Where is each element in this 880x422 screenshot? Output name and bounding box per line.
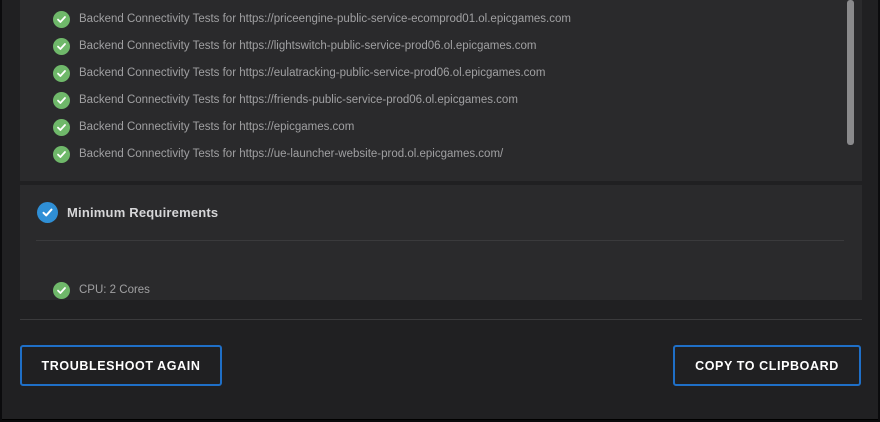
test-label: Backend Connectivity Tests for https://e…	[79, 67, 546, 79]
test-row: Backend Connectivity Tests for https://e…	[53, 64, 545, 82]
check-circle-icon	[53, 37, 70, 55]
check-circle-icon	[37, 202, 58, 223]
test-row: Backend Connectivity Tests for https://u…	[53, 145, 503, 163]
minimum-requirements-header[interactable]: Minimum Requirements	[37, 202, 218, 223]
test-label: Backend Connectivity Tests for https://l…	[79, 40, 537, 52]
backend-tests-section: Backend Connectivity Tests for https://p…	[20, 0, 844, 181]
test-row: Backend Connectivity Tests for https://f…	[53, 91, 518, 109]
copy-to-clipboard-button[interactable]: COPY TO CLIPBOARD	[673, 345, 861, 386]
test-label: Backend Connectivity Tests for https://p…	[79, 13, 571, 25]
test-row: Backend Connectivity Tests for https://p…	[53, 10, 571, 28]
check-circle-icon	[53, 118, 70, 136]
divider	[36, 240, 844, 241]
test-label: Backend Connectivity Tests for https://e…	[79, 121, 355, 133]
check-circle-icon	[53, 281, 70, 299]
requirement-label: CPU: 2 Cores	[79, 284, 150, 296]
troubleshoot-again-button[interactable]: TROUBLESHOOT AGAIN	[20, 345, 222, 386]
divider	[20, 319, 862, 320]
check-circle-icon	[53, 91, 70, 109]
test-row: Backend Connectivity Tests for https://l…	[53, 37, 536, 55]
minimum-requirements-section: Minimum Requirements CPU: 2 Cores	[20, 185, 862, 300]
check-circle-icon	[53, 64, 70, 82]
troubleshoot-window: Backend Connectivity Tests for https://p…	[2, 0, 878, 420]
minimum-requirements-title: Minimum Requirements	[67, 205, 219, 220]
check-circle-icon	[53, 10, 70, 28]
results-scroll-area[interactable]: Backend Connectivity Tests for https://p…	[20, 0, 862, 300]
scrollbar-thumb[interactable]	[847, 0, 854, 145]
test-row: Backend Connectivity Tests for https://e…	[53, 118, 354, 136]
requirement-row: CPU: 2 Cores	[53, 281, 150, 299]
test-label: Backend Connectivity Tests for https://f…	[79, 94, 518, 106]
test-label: Backend Connectivity Tests for https://u…	[79, 148, 504, 160]
check-circle-icon	[53, 145, 70, 163]
